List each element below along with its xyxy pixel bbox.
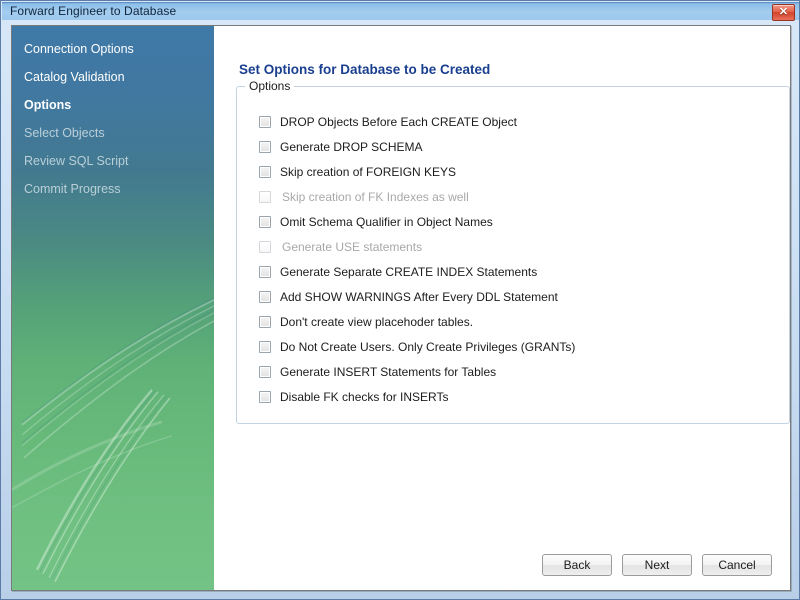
close-icon: ✕ (779, 7, 788, 18)
sidebar-item-connection-options[interactable]: Connection Options (12, 35, 214, 63)
option-row[interactable]: Disable FK checks for INSERTs (259, 384, 783, 409)
checkbox-icon[interactable] (259, 391, 271, 403)
dialog-client-area: Connection Options Catalog Validation Op… (11, 25, 791, 591)
option-row[interactable]: Add SHOW WARNINGS After Every DDL Statem… (259, 284, 783, 309)
wizard-step-sidebar: Connection Options Catalog Validation Op… (12, 26, 214, 590)
window-title: Forward Engineer to Database (10, 4, 176, 18)
option-label: Disable FK checks for INSERTs (280, 390, 449, 404)
checkbox-icon[interactable] (259, 291, 271, 303)
checkbox-icon (259, 191, 271, 203)
option-label: Do Not Create Users. Only Create Privile… (280, 340, 575, 354)
sidebar-item-label: Select Objects (24, 126, 105, 140)
checkbox-icon[interactable] (259, 341, 271, 353)
option-row[interactable]: Generate INSERT Statements for Tables (259, 359, 783, 384)
option-label: Generate DROP SCHEMA (280, 140, 423, 154)
checkbox-icon[interactable] (259, 316, 271, 328)
sidebar-item-catalog-validation[interactable]: Catalog Validation (12, 63, 214, 91)
content-pane: Set Options for Database to be Created O… (214, 26, 790, 590)
option-label: Add SHOW WARNINGS After Every DDL Statem… (280, 290, 558, 304)
sidebar-item-commit-progress: Commit Progress (12, 175, 214, 203)
sidebar-item-label: Catalog Validation (24, 70, 125, 84)
close-button[interactable]: ✕ (772, 4, 795, 21)
back-button[interactable]: Back (542, 554, 612, 576)
option-row: Skip creation of FK Indexes as well (259, 184, 783, 209)
option-row: Generate USE statements (259, 234, 783, 259)
option-row[interactable]: Don't create view placehoder tables. (259, 309, 783, 334)
dialog-footer: Back Next Cancel (542, 554, 772, 576)
option-row[interactable]: Omit Schema Qualifier in Object Names (259, 209, 783, 234)
page-title: Set Options for Database to be Created (239, 62, 490, 77)
groupbox-label: Options (245, 79, 294, 93)
sidebar-item-label: Options (24, 98, 71, 112)
option-row[interactable]: Generate Separate CREATE INDEX Statement… (259, 259, 783, 284)
sidebar-item-label: Review SQL Script (24, 154, 128, 168)
option-row[interactable]: Skip creation of FOREIGN KEYS (259, 159, 783, 184)
option-label: Skip creation of FK Indexes as well (282, 190, 469, 204)
option-row[interactable]: DROP Objects Before Each CREATE Object (259, 109, 783, 134)
next-button[interactable]: Next (622, 554, 692, 576)
sidebar-item-label: Commit Progress (24, 182, 121, 196)
checkbox-icon[interactable] (259, 116, 271, 128)
checkbox-icon[interactable] (259, 166, 271, 178)
sidebar-item-review-sql-script: Review SQL Script (12, 147, 214, 175)
option-label: Skip creation of FOREIGN KEYS (280, 165, 456, 179)
checkbox-icon[interactable] (259, 141, 271, 153)
title-bar[interactable]: Forward Engineer to Database ✕ (2, 2, 799, 20)
dialog-window: Forward Engineer to Database ✕ (0, 0, 800, 600)
checkbox-icon[interactable] (259, 266, 271, 278)
option-label: Generate INSERT Statements for Tables (280, 365, 496, 379)
sidebar-item-options[interactable]: Options (12, 91, 214, 119)
option-row[interactable]: Do Not Create Users. Only Create Privile… (259, 334, 783, 359)
sidebar-item-label: Connection Options (24, 42, 134, 56)
options-checkbox-list: DROP Objects Before Each CREATE Object Ge… (259, 109, 783, 409)
option-label: Generate Separate CREATE INDEX Statement… (280, 265, 537, 279)
options-groupbox: Options DROP Objects Before Each CREATE … (236, 86, 790, 424)
step-list: Connection Options Catalog Validation Op… (12, 26, 214, 203)
option-label: Generate USE statements (282, 240, 422, 254)
option-label: DROP Objects Before Each CREATE Object (280, 115, 517, 129)
sidebar-item-select-objects: Select Objects (12, 119, 214, 147)
checkbox-icon[interactable] (259, 216, 271, 228)
cancel-button[interactable]: Cancel (702, 554, 772, 576)
checkbox-icon (259, 241, 271, 253)
decorative-swoosh-graphic (12, 240, 214, 590)
option-label: Omit Schema Qualifier in Object Names (280, 215, 493, 229)
checkbox-icon[interactable] (259, 366, 271, 378)
option-label: Don't create view placehoder tables. (280, 315, 473, 329)
option-row[interactable]: Generate DROP SCHEMA (259, 134, 783, 159)
